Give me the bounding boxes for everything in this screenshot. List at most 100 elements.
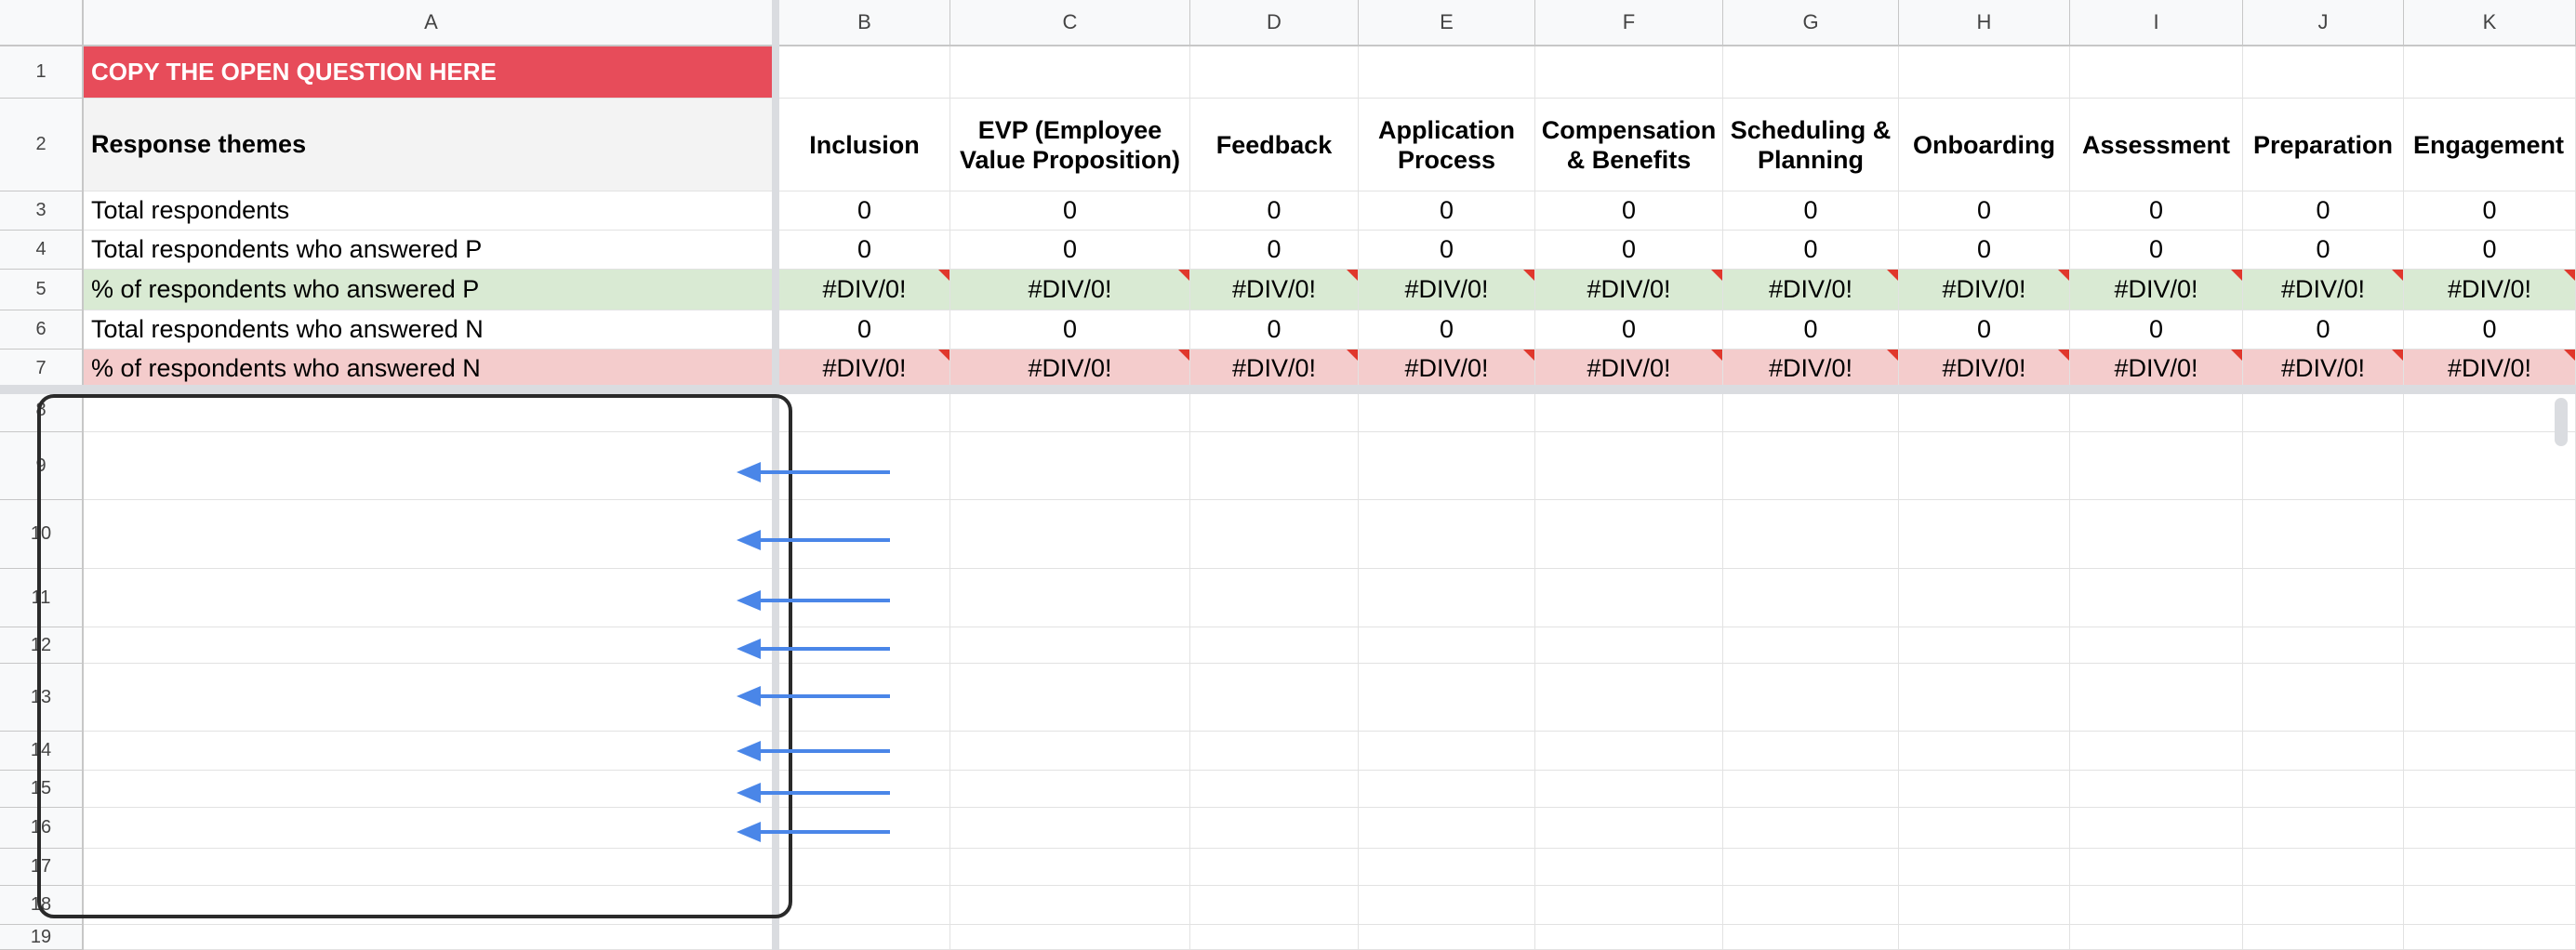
empty-cell[interactable] (1899, 771, 2070, 808)
theme-header[interactable]: Scheduling & Planning (1723, 99, 1899, 191)
empty-cell[interactable] (2070, 627, 2243, 664)
open-question-cell[interactable]: COPY THE OPEN QUESTION HERE (84, 46, 779, 99)
metric-label[interactable]: Total respondents who answered N (84, 310, 779, 350)
column-header-f[interactable]: F (1535, 0, 1723, 46)
empty-cell[interactable] (2404, 732, 2576, 771)
metric-value-cell[interactable]: #DIV/0! (779, 270, 950, 310)
empty-cell[interactable] (2243, 771, 2404, 808)
theme-header[interactable]: EVP (Employee Value Proposition) (950, 99, 1190, 191)
empty-cell[interactable] (1535, 664, 1723, 732)
metric-value-cell[interactable]: 0 (779, 191, 950, 231)
theme-header[interactable]: Compensation & Benefits (1535, 99, 1723, 191)
metric-value-cell[interactable]: 0 (1535, 310, 1723, 350)
metric-value-cell[interactable]: #DIV/0! (1723, 270, 1899, 310)
empty-cell[interactable] (950, 886, 1190, 925)
empty-cell[interactable] (2243, 849, 2404, 886)
empty-cell[interactable] (779, 389, 950, 432)
theme-header[interactable]: Onboarding (1899, 99, 2070, 191)
column-header-g[interactable]: G (1723, 0, 1899, 46)
empty-cell[interactable] (2070, 664, 2243, 732)
empty-cell[interactable] (1535, 808, 1723, 849)
empty-cell[interactable] (2070, 500, 2243, 569)
theme-header[interactable]: Preparation (2243, 99, 2404, 191)
empty-cell[interactable] (1535, 627, 1723, 664)
empty-cell[interactable] (2243, 46, 2404, 99)
metric-value-cell[interactable]: #DIV/0! (2404, 350, 2576, 389)
empty-cell[interactable] (950, 808, 1190, 849)
empty-cell[interactable] (779, 771, 950, 808)
empty-cell[interactable] (950, 432, 1190, 500)
empty-cell[interactable] (1723, 432, 1899, 500)
empty-cell[interactable] (779, 925, 950, 950)
empty-cell[interactable] (1723, 771, 1899, 808)
empty-cell[interactable] (1535, 500, 1723, 569)
row-header-7[interactable]: 7 (0, 350, 84, 389)
metric-value-cell[interactable]: 0 (1190, 191, 1359, 231)
empty-cell[interactable] (1723, 46, 1899, 99)
row-header-3[interactable]: 3 (0, 191, 84, 231)
empty-cell[interactable] (1723, 849, 1899, 886)
empty-cell[interactable] (950, 925, 1190, 950)
empty-cell[interactable] (1190, 886, 1359, 925)
metric-value-cell[interactable]: #DIV/0! (2070, 350, 2243, 389)
empty-cell[interactable] (1359, 569, 1535, 627)
row-header-2[interactable]: 2 (0, 99, 84, 191)
empty-cell[interactable] (2404, 925, 2576, 950)
empty-cell[interactable] (1723, 732, 1899, 771)
empty-cell[interactable] (1723, 925, 1899, 950)
empty-cell[interactable] (1359, 849, 1535, 886)
metric-label[interactable]: Total respondents (84, 191, 779, 231)
empty-cell[interactable] (1899, 500, 2070, 569)
metric-value-cell[interactable]: 0 (1359, 310, 1535, 350)
empty-cell[interactable] (1190, 925, 1359, 950)
metric-value-cell[interactable]: #DIV/0! (2404, 270, 2576, 310)
empty-cell[interactable] (1723, 886, 1899, 925)
theme-header[interactable]: Inclusion (779, 99, 950, 191)
empty-cell[interactable] (1535, 771, 1723, 808)
empty-cell[interactable] (2070, 925, 2243, 950)
empty-cell[interactable] (1359, 925, 1535, 950)
empty-cell[interactable] (950, 849, 1190, 886)
empty-cell[interactable] (2243, 732, 2404, 771)
empty-cell[interactable] (1190, 771, 1359, 808)
empty-cell[interactable] (1899, 732, 2070, 771)
empty-cell[interactable] (1535, 925, 1723, 950)
metric-value-cell[interactable]: #DIV/0! (1535, 350, 1723, 389)
metric-label[interactable]: % of respondents who answered N (84, 350, 779, 389)
empty-cell[interactable] (1190, 389, 1359, 432)
metric-value-cell[interactable]: 0 (950, 191, 1190, 231)
empty-cell[interactable] (1899, 886, 2070, 925)
empty-cell[interactable] (1359, 46, 1535, 99)
metric-value-cell[interactable]: 0 (1190, 231, 1359, 270)
metric-value-cell[interactable]: 0 (779, 231, 950, 270)
empty-cell[interactable] (950, 627, 1190, 664)
empty-cell[interactable] (779, 627, 950, 664)
metric-value-cell[interactable]: #DIV/0! (2243, 270, 2404, 310)
empty-cell[interactable] (1899, 569, 2070, 627)
empty-cell[interactable] (2404, 664, 2576, 732)
empty-cell[interactable] (1190, 808, 1359, 849)
empty-cell[interactable] (2404, 808, 2576, 849)
column-header-c[interactable]: C (950, 0, 1190, 46)
empty-cell[interactable] (1535, 732, 1723, 771)
empty-cell[interactable] (1359, 432, 1535, 500)
empty-cell[interactable] (1899, 664, 2070, 732)
metric-value-cell[interactable]: 0 (1899, 310, 2070, 350)
metric-value-cell[interactable]: #DIV/0! (779, 350, 950, 389)
empty-cell[interactable] (1190, 500, 1359, 569)
empty-cell[interactable] (950, 500, 1190, 569)
empty-cell[interactable] (1359, 771, 1535, 808)
metric-value-cell[interactable]: 0 (1190, 310, 1359, 350)
column-header-e[interactable]: E (1359, 0, 1535, 46)
theme-header[interactable]: Feedback (1190, 99, 1359, 191)
metric-value-cell[interactable]: 0 (1723, 231, 1899, 270)
empty-cell[interactable] (1899, 389, 2070, 432)
column-header-h[interactable]: H (1899, 0, 2070, 46)
empty-cell[interactable] (950, 46, 1190, 99)
theme-header[interactable]: Application Process (1359, 99, 1535, 191)
empty-cell[interactable] (84, 925, 779, 950)
theme-header[interactable]: Assessment (2070, 99, 2243, 191)
metric-value-cell[interactable]: #DIV/0! (1359, 350, 1535, 389)
empty-cell[interactable] (2070, 389, 2243, 432)
metric-value-cell[interactable]: #DIV/0! (950, 270, 1190, 310)
